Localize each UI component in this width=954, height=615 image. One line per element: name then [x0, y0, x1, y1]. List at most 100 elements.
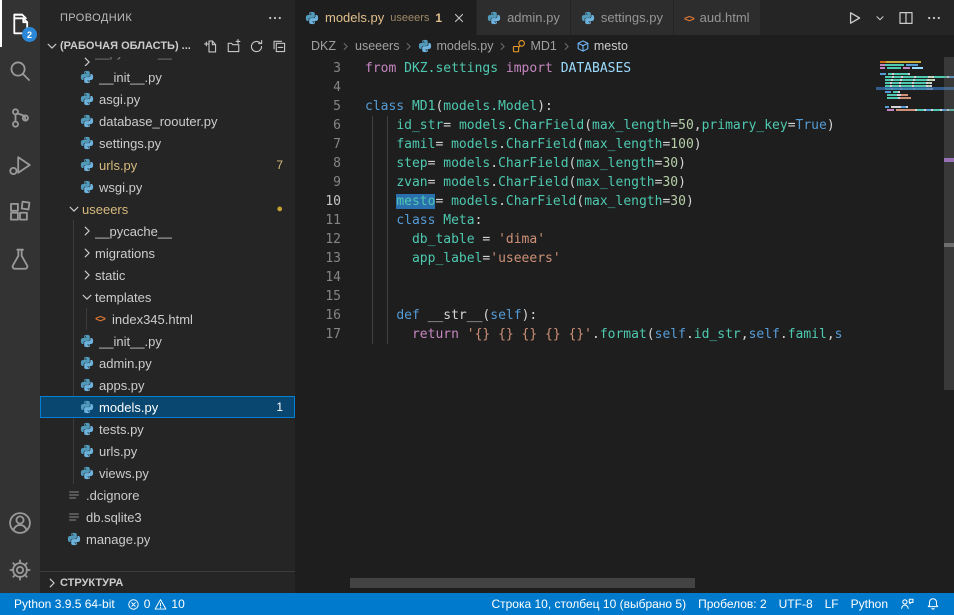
code-line-9[interactable]: zvan= models.CharField(max_length=30) — [365, 173, 880, 192]
vertical-scrollbar[interactable] — [944, 57, 954, 593]
line-number[interactable]: 3 — [295, 59, 341, 78]
tree-item--pycache-[interactable]: __pycache__ — [40, 220, 295, 242]
activity-item-settings[interactable] — [0, 546, 40, 593]
run-dropdown-icon[interactable] — [874, 12, 886, 24]
tree-item--pycache-[interactable]: __pycache__ — [40, 57, 295, 66]
tree-item-models-py[interactable]: models.py1 — [40, 396, 295, 418]
tree-item-templates[interactable]: templates — [40, 286, 295, 308]
activity-item-extensions[interactable] — [0, 188, 40, 235]
tree-item--init-py[interactable]: __init__.py — [40, 330, 295, 352]
line-number[interactable]: 15 — [295, 287, 341, 306]
breadcrumb-item-dkz[interactable]: DKZ — [311, 39, 336, 53]
status-bell[interactable] — [920, 593, 946, 615]
code-line-7[interactable]: famil= models.CharField(max_length=100) — [365, 135, 880, 154]
code-line-6[interactable]: id_str= models.CharField(max_length=50,p… — [365, 116, 880, 135]
code-line-3[interactable]: from DKZ.settings import DATABASES — [365, 59, 880, 78]
line-number[interactable]: 10 — [295, 192, 341, 211]
code-token: self — [655, 327, 686, 342]
tree-item-wsgi-py[interactable]: wsgi.py — [40, 176, 295, 198]
activity-item-search[interactable] — [0, 47, 40, 94]
horizontal-scrollbar-thumb[interactable] — [350, 578, 695, 588]
activity-item-testing[interactable] — [0, 235, 40, 282]
tree-item-urls-py[interactable]: urls.py — [40, 440, 295, 462]
line-number[interactable]: 17 — [295, 325, 341, 344]
status-eol[interactable]: LF — [819, 593, 845, 615]
tree-item-index345-html[interactable]: <>index345.html — [40, 308, 295, 330]
tree-item-apps-py[interactable]: apps.py — [40, 374, 295, 396]
line-number[interactable]: 7 — [295, 135, 341, 154]
code-editor[interactable]: 34567891011121314151617 from DKZ.setting… — [295, 57, 954, 593]
scrollbar-decoration — [944, 158, 954, 162]
code-line-15[interactable] — [365, 287, 880, 306]
tree-item-database-roouter-py[interactable]: database_roouter.py — [40, 110, 295, 132]
code-line-11[interactable]: class Meta: — [365, 211, 880, 230]
code-token: 30 — [670, 194, 686, 209]
explorer-more-actions-icon[interactable] — [267, 10, 283, 26]
line-number[interactable]: 16 — [295, 306, 341, 325]
status-feedback[interactable] — [894, 593, 920, 615]
code-line-17[interactable]: return '{} {} {} {} {}'.format(self.id_s… — [365, 325, 880, 344]
status-indentation[interactable]: Пробелов: 2 — [692, 593, 773, 615]
status-encoding[interactable]: UTF-8 — [773, 593, 819, 615]
search-icon — [8, 59, 32, 83]
breadcrumb-item-mesto[interactable]: mesto — [576, 39, 628, 53]
code-line-8[interactable]: step= models.CharField(max_length=30) — [365, 154, 880, 173]
status-cursor-position[interactable]: Строка 10, столбец 10 (выбрано 5) — [485, 593, 692, 615]
breadcrumb-item-md1[interactable]: MD1 — [512, 39, 556, 53]
line-number[interactable]: 6 — [295, 116, 341, 135]
code-line-10[interactable]: mesto= models.CharField(max_length=30) — [365, 192, 880, 211]
tree-item-urls-py[interactable]: urls.py7 — [40, 154, 295, 176]
tree-item-static[interactable]: static — [40, 264, 295, 286]
status-python-interpreter[interactable]: Python 3.9.5 64-bit — [8, 593, 121, 615]
line-number[interactable]: 8 — [295, 154, 341, 173]
tab-models-py[interactable]: models.pyuseeers1 — [295, 0, 477, 35]
tree-item-asgi-py[interactable]: asgi.py — [40, 88, 295, 110]
line-number[interactable]: 4 — [295, 78, 341, 97]
line-number[interactable]: 9 — [295, 173, 341, 192]
tree-item-tests-py[interactable]: tests.py — [40, 418, 295, 440]
line-number[interactable]: 14 — [295, 268, 341, 287]
vertical-scrollbar-thumb[interactable] — [944, 57, 954, 390]
activity-item-run-debug[interactable] — [0, 141, 40, 188]
status-problems[interactable]: 010 — [121, 593, 191, 615]
tree-item-manage-py[interactable]: manage.py — [40, 528, 295, 550]
activity-item-explorer[interactable]: 2 — [0, 0, 40, 47]
refresh-icon[interactable] — [249, 39, 264, 54]
minimap[interactable] — [880, 60, 944, 593]
tree-item-admin-py[interactable]: admin.py — [40, 352, 295, 374]
close-icon[interactable] — [452, 11, 466, 25]
code-line-4[interactable] — [365, 78, 880, 97]
run-icon[interactable] — [846, 10, 862, 26]
collapse-all-icon[interactable] — [272, 39, 287, 54]
tree-item-migrations[interactable]: migrations — [40, 242, 295, 264]
code-line-13[interactable]: app_label='useeers' — [365, 249, 880, 268]
breadcrumb-item-models-py[interactable]: models.py — [418, 39, 493, 53]
outline-section-header[interactable]: СТРУКТУРА — [40, 571, 295, 593]
new-file-icon[interactable] — [203, 39, 218, 54]
line-number[interactable]: 12 — [295, 230, 341, 249]
code-line-14[interactable] — [365, 268, 880, 287]
activity-item-account[interactable] — [0, 499, 40, 546]
split-editor-icon[interactable] — [898, 10, 914, 26]
status-language-mode[interactable]: Python — [845, 593, 894, 615]
workspace-section-header[interactable]: (РАБОЧАЯ ОБЛАСТЬ) ... — [40, 35, 295, 57]
breadcrumb-item-useeers[interactable]: useeers — [355, 39, 399, 53]
tab-aud-html[interactable]: <>aud.html — [674, 0, 761, 35]
tree-item-views-py[interactable]: views.py — [40, 462, 295, 484]
line-number[interactable]: 11 — [295, 211, 341, 230]
tree-item--init-py[interactable]: __init__.py — [40, 66, 295, 88]
tree-item-settings-py[interactable]: settings.py — [40, 132, 295, 154]
code-line-12[interactable]: db_table = 'dima' — [365, 230, 880, 249]
line-number[interactable]: 5 — [295, 97, 341, 116]
more-actions-icon[interactable] — [926, 10, 942, 26]
activity-item-source-control[interactable] — [0, 94, 40, 141]
line-number[interactable]: 13 — [295, 249, 341, 268]
tab-settings-py[interactable]: settings.py — [571, 0, 674, 35]
new-folder-icon[interactable] — [226, 39, 241, 54]
tree-item-db-sqlite3[interactable]: db.sqlite3 — [40, 506, 295, 528]
tab-admin-py[interactable]: admin.py — [477, 0, 571, 35]
code-line-16[interactable]: def __str__(self): — [365, 306, 880, 325]
tree-item--dcignore[interactable]: .dcignore — [40, 484, 295, 506]
tree-item-useeers[interactable]: useeers● — [40, 198, 295, 220]
code-line-5[interactable]: class MD1(models.Model): — [365, 97, 880, 116]
